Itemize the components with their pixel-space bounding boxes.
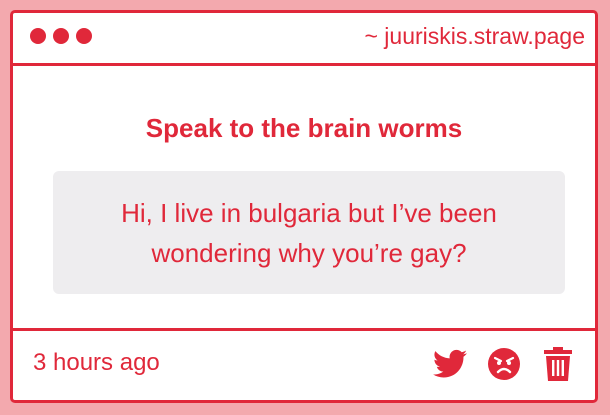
window-dot-icon [53,28,69,44]
twitter-icon [433,349,467,378]
share-twitter-button[interactable] [433,347,467,381]
timestamp: 3 hours ago [33,349,160,376]
action-bar [433,347,575,381]
window-controls [30,28,92,44]
window-dot-icon [76,28,92,44]
delete-button[interactable] [541,347,575,381]
message-text: Hi, I live in bulgaria but I’ve been won… [121,197,497,268]
window-dot-icon [30,28,46,44]
message-card: ~ juuriskis.straw.page Speak to the brai… [10,10,598,403]
angry-face-icon [488,348,520,380]
page-url[interactable]: ~ juuriskis.straw.page [364,23,585,49]
window-titlebar: ~ juuriskis.straw.page [13,13,595,66]
prompt-title: Speak to the brain worms [145,113,463,143]
trash-icon [544,347,572,381]
card-footer: 3 hours ago [13,328,595,400]
message-bubble: Hi, I live in bulgaria but I’ve been won… [53,171,565,294]
report-button[interactable] [487,347,521,381]
